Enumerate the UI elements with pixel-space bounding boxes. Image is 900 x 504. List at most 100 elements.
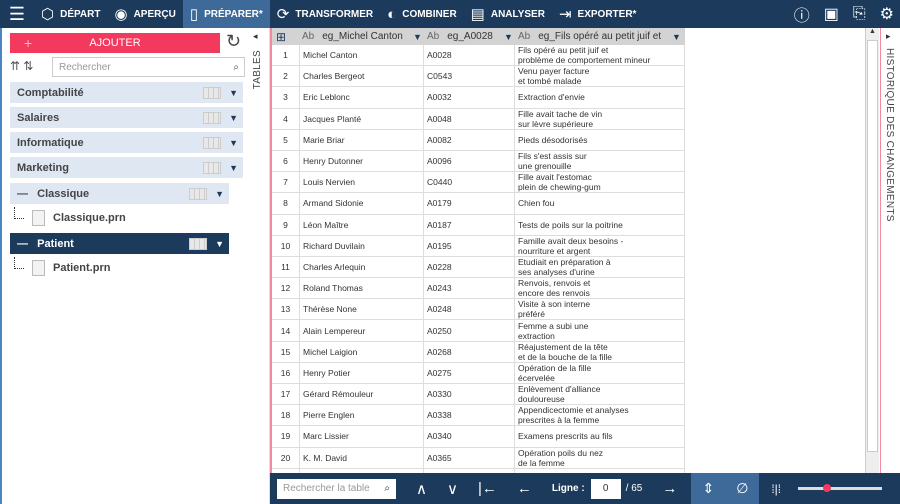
group-patient[interactable]: — Patient ▼	[10, 233, 229, 254]
search-input[interactable]: Rechercher ⌕	[52, 57, 245, 77]
table-cell[interactable]: Femme a subi une extraction	[515, 320, 685, 341]
scroll-up-icon[interactable]: ▲	[869, 28, 876, 35]
table-cell[interactable]: A0243	[424, 278, 515, 299]
gear-icon[interactable]: ⚙	[880, 4, 894, 24]
table-cell[interactable]: Appendicectomie et analyses prescrites à…	[515, 405, 685, 426]
table-row[interactable]: 4 Jacques Planté A0048 Fille avait tache de…	[272, 108, 685, 130]
nav-transformer[interactable]: ⟳ TRANSFORMER	[270, 0, 380, 28]
nav-depart[interactable]: ⬡ DÉPART	[34, 0, 107, 28]
table-cell[interactable]: A0330	[424, 384, 515, 405]
table-row[interactable]: 3 Eric Leblonc A0032 Extraction d'envie	[272, 87, 685, 109]
table-cell[interactable]: Pierre Englen	[300, 405, 424, 426]
table-row[interactable]: 1 Michel Canton A0028 Fils opéré au petit j…	[272, 45, 685, 67]
table-cell[interactable]: A0048	[424, 108, 515, 129]
add-button[interactable]: + AJOUTER	[10, 33, 220, 53]
chevron-down-icon[interactable]: ▼	[229, 163, 238, 173]
table-cell[interactable]: Tests de poils sur la poitrine	[515, 214, 685, 235]
grid-icon[interactable]	[203, 161, 221, 174]
grid-icon[interactable]	[189, 237, 207, 250]
table-row[interactable]: 20 K. M. David A0365 Opération poils du nez…	[272, 447, 685, 469]
nav-analyser[interactable]: ▤ ANALYSER	[464, 0, 552, 28]
table-cell[interactable]: Chien fou	[515, 193, 685, 214]
table-cell[interactable]: Fils opéré au petit juif et problème de …	[515, 45, 685, 66]
table-cell[interactable]: Richard Duvilain	[300, 235, 424, 256]
table-cell[interactable]: Examens prescrits au fils	[515, 426, 685, 447]
previous-row-icon[interactable]: ←	[517, 480, 532, 497]
split-columns-icon[interactable]: ⁞|⁞	[771, 482, 781, 496]
table-row[interactable]: 18 Pierre Englen A0338 Appendicectomie et a…	[272, 405, 685, 427]
table-cell[interactable]: Gérard Rémouleur	[300, 384, 424, 405]
table-row[interactable]: 13 Thérèse None A0248 Visite à son interne …	[272, 299, 685, 321]
nav-apercu[interactable]: ◉ APERÇU	[107, 0, 182, 28]
null-icon[interactable]: ∅	[725, 473, 760, 504]
table-cell[interactable]: A0096	[424, 150, 515, 172]
table-cell[interactable]: Fils s'est assis sur une grenouille	[515, 150, 685, 172]
chevron-down-icon[interactable]: ▼	[229, 113, 238, 123]
table-cell[interactable]: Marc Lissier	[300, 426, 424, 447]
table-cell[interactable]: K. M. David	[300, 447, 424, 468]
chevron-down-icon[interactable]: ▼	[229, 88, 238, 98]
column-header[interactable]: eg_Fils opéré au petit juif et	[538, 31, 661, 42]
expand-panel-icon[interactable]: ▸	[886, 31, 891, 42]
table-cell[interactable]: Thérèse None	[300, 299, 424, 320]
chevron-down-icon[interactable]: ▼	[413, 32, 422, 42]
table-row[interactable]: 7 Louis Nervien C0440 Fille avait l'estomac…	[272, 172, 685, 194]
column-header[interactable]: eg_A0028	[447, 31, 493, 42]
collapse-panel-icon[interactable]: ◂	[253, 31, 258, 42]
table-cell[interactable]: A0228	[424, 256, 515, 278]
vertical-scrollbar[interactable]: ▲	[865, 28, 879, 473]
table-cell[interactable]: Henry Dutonner	[300, 150, 424, 172]
table-cell[interactable]: Fille avait l'estomac plein de chewing-g…	[515, 172, 685, 193]
chevron-down-icon[interactable]: ▼	[215, 189, 224, 199]
table-cell[interactable]: A0275	[424, 362, 515, 383]
table-row[interactable]: 6 Henry Dutonner A0096 Fils s'est assis sur…	[272, 150, 685, 173]
table-cell[interactable]: Renvois, renvois et encore des renvois	[515, 278, 685, 299]
table-cell[interactable]: Charles Arlequin	[300, 256, 424, 278]
table-search-input[interactable]: Rechercher la table ⌕	[277, 478, 396, 499]
hamburger-menu-icon[interactable]: ☰	[0, 4, 34, 25]
table-cell[interactable]: C0440	[424, 172, 515, 193]
info-icon[interactable]: ⓘ	[794, 2, 810, 26]
table-cell[interactable]: Opération de la fille écervelée	[515, 362, 685, 383]
table-cell[interactable]: Jacques Planté	[300, 108, 424, 129]
table-cell[interactable]: C0543	[424, 66, 515, 87]
table-row[interactable]: 10 Richard Duvilain A0195 Famille avait deu…	[272, 235, 685, 257]
table-cell[interactable]: Extraction d'envie	[515, 87, 685, 108]
table-cell[interactable]: Alain Lempereur	[300, 320, 424, 341]
table-cell[interactable]: A0268	[424, 341, 515, 362]
collapse-icon[interactable]: —	[17, 238, 28, 250]
table-cell[interactable]: Eric Leblonc	[300, 87, 424, 108]
next-row-icon[interactable]: →	[662, 480, 677, 497]
table-cell[interactable]: Enlèvement d'alliance douloureuse	[515, 384, 685, 405]
table-cell[interactable]: Etudiait en préparation à ses analyses d…	[515, 256, 685, 278]
group-salaires[interactable]: Salaires ▼	[10, 107, 243, 128]
table-cell[interactable]: A0187	[424, 214, 515, 235]
table-cell[interactable]: Charles Bergeot	[300, 66, 424, 87]
line-input[interactable]: 0	[590, 478, 621, 499]
table-cell[interactable]: A0365	[424, 447, 515, 468]
table-row[interactable]: 9 Léon Maître A0187 Tests de poils sur la p…	[272, 214, 685, 236]
table-cell[interactable]: Michel Canton	[300, 45, 424, 66]
table-row[interactable]: 8 Armand Sidonie A0179 Chien fou	[272, 193, 685, 215]
scroll-thumb[interactable]	[867, 40, 878, 452]
nav-combiner[interactable]: ◐ COMBINER	[380, 0, 464, 28]
table-cell[interactable]: A0028	[424, 45, 515, 66]
table-cell[interactable]: Pieds désodorisés	[515, 129, 685, 150]
table-row[interactable]: 17 Gérard Rémouleur A0330 Enlèvement d'alli…	[272, 384, 685, 406]
table-cell[interactable]: Fille avait tache de vin sur lèvre supér…	[515, 108, 685, 129]
filter-grid-icon[interactable]: ⊞	[276, 30, 286, 44]
table-cell[interactable]: A0248	[424, 299, 515, 320]
zoom-slider[interactable]	[798, 484, 882, 492]
table-cell[interactable]: Léon Maître	[300, 214, 424, 235]
nav-exporter[interactable]: ⇥ EXPORTER*	[552, 0, 643, 28]
table-cell[interactable]: A0179	[424, 193, 515, 214]
table-cell[interactable]: Famille avait deux besoins - nourriture …	[515, 235, 685, 256]
table-cell[interactable]: Roland Thomas	[300, 278, 424, 299]
group-marketing[interactable]: Marketing ▼	[10, 157, 243, 178]
table-row[interactable]: 12 Roland Thomas A0243 Renvois, renvois et …	[272, 278, 685, 300]
table-row[interactable]: 19 Marc Lissier A0340 Examens prescrits au …	[272, 426, 685, 448]
table-cell[interactable]: Visite à son interne préféré	[515, 299, 685, 320]
table-cell[interactable]: Henry Potier	[300, 362, 424, 383]
table-cell[interactable]: Michel Laigion	[300, 341, 424, 362]
book-icon[interactable]: ⎘	[853, 5, 866, 23]
